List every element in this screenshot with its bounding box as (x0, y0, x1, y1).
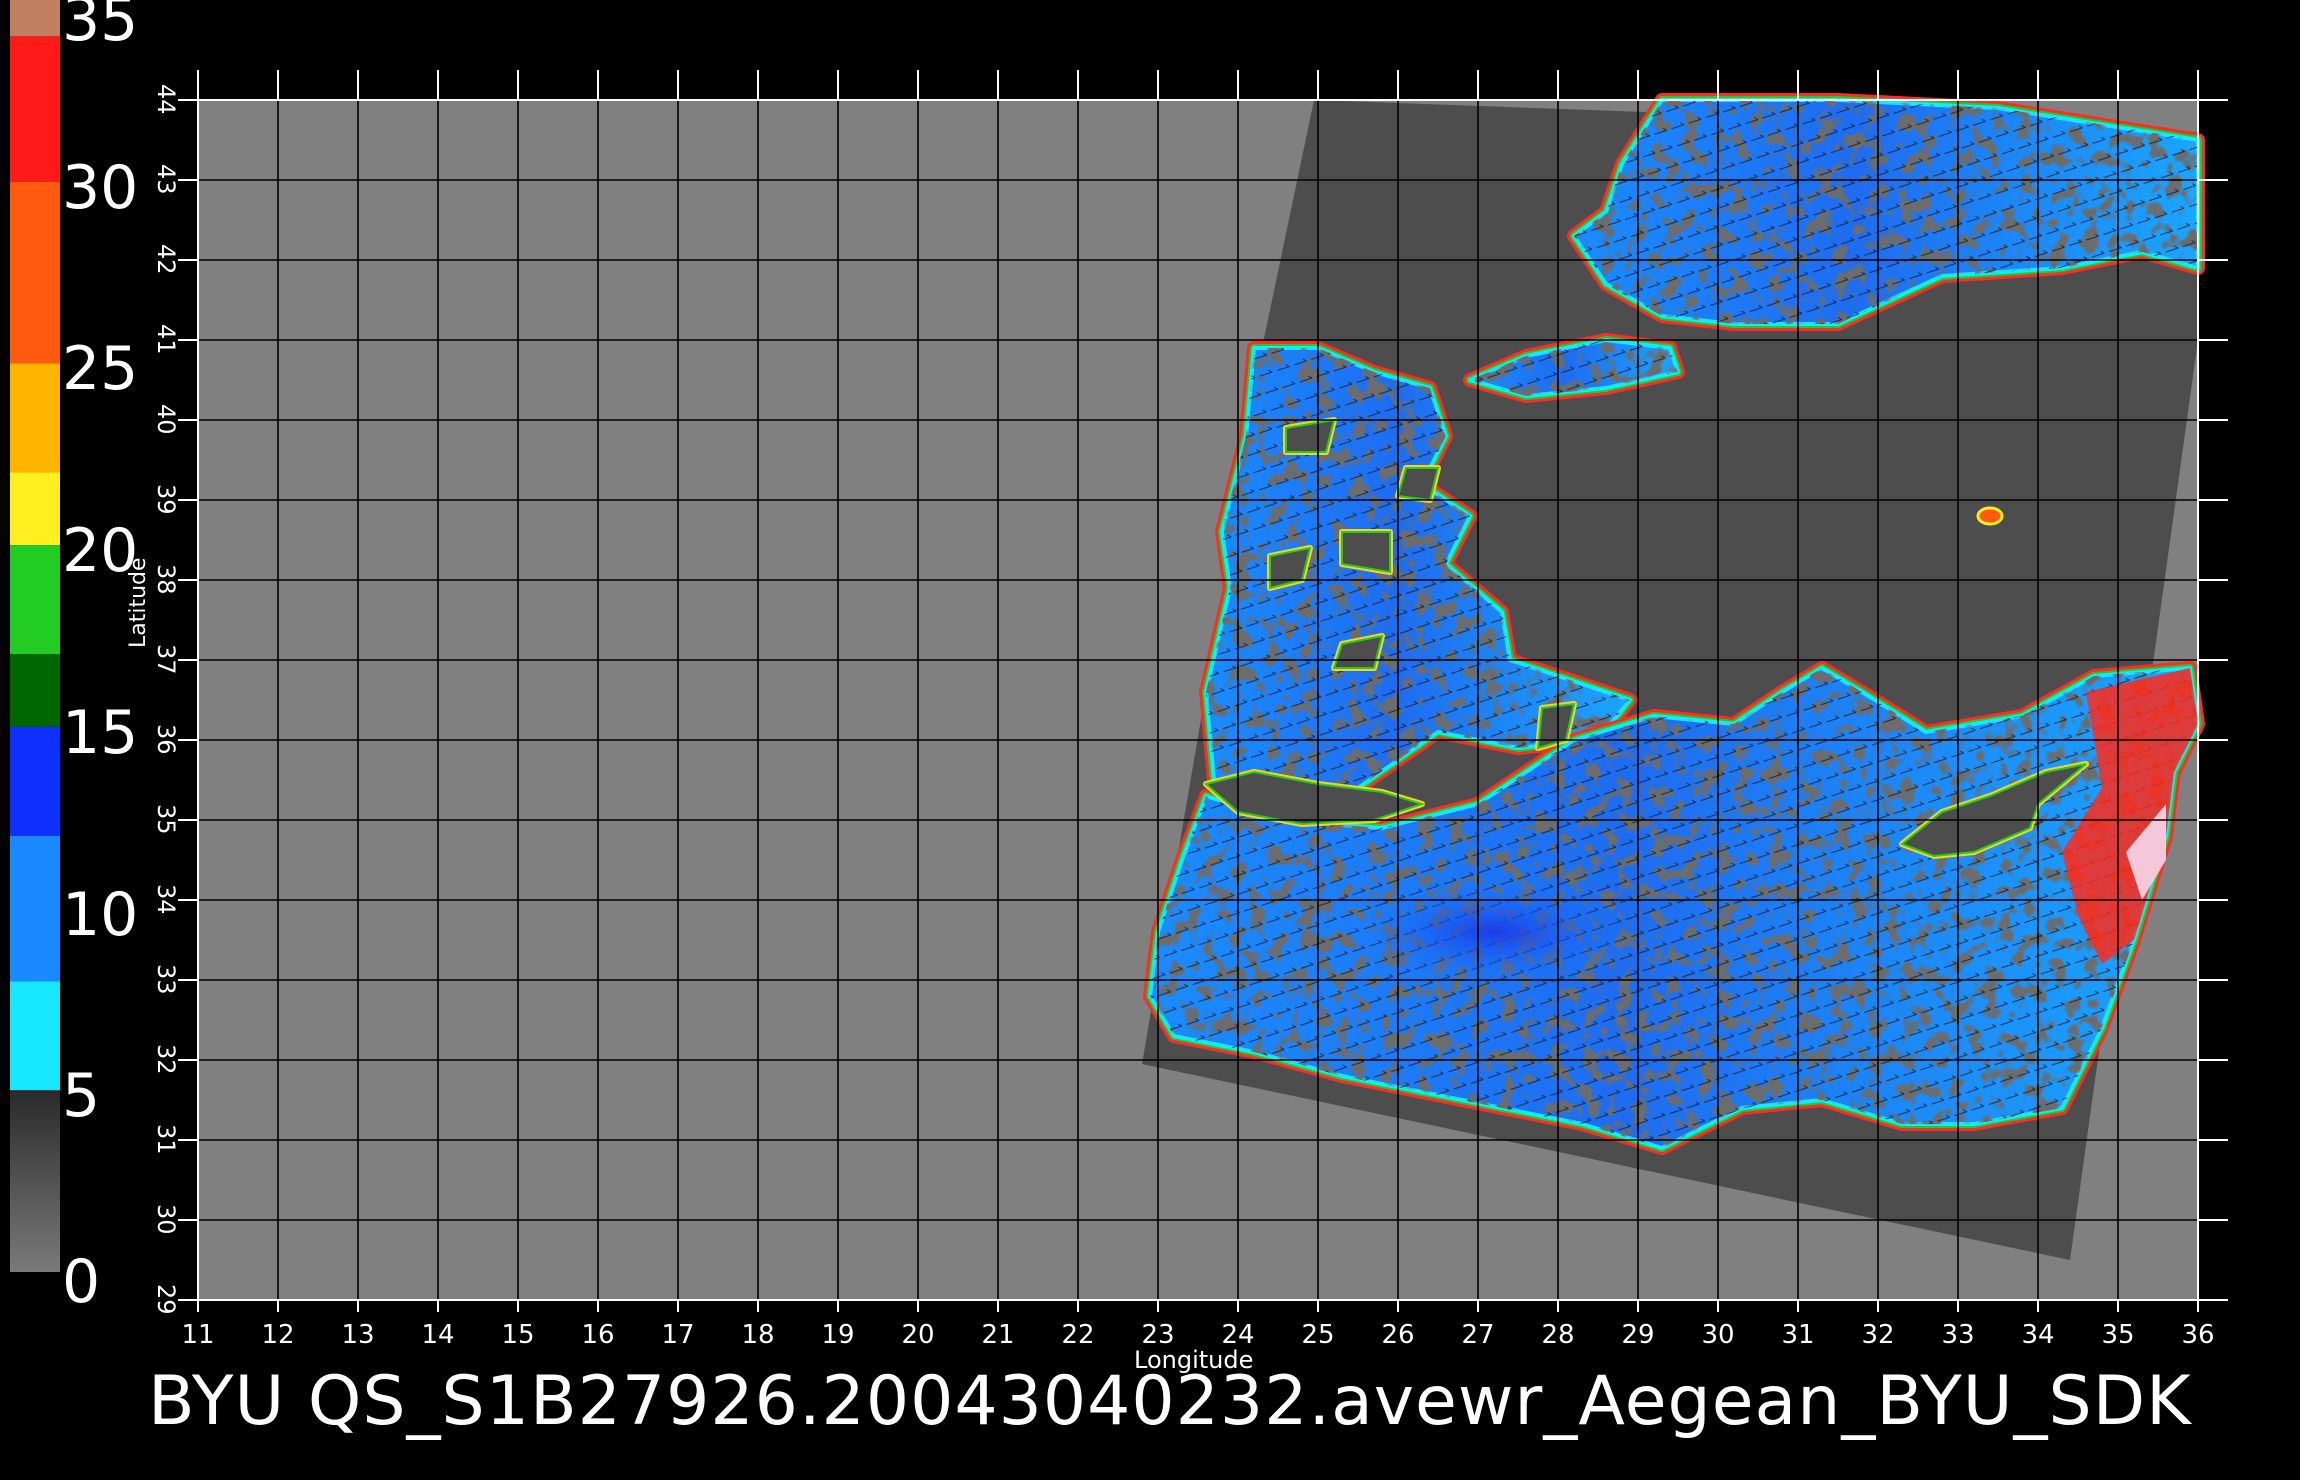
longitude-tick-label: 26 (1381, 1320, 1415, 1350)
y-axis-label: Latitude (126, 557, 151, 648)
longitude-tick-label: 16 (581, 1320, 615, 1350)
latitude-tick-label: 39 (152, 484, 180, 515)
longitude-tick-label: 15 (501, 1320, 535, 1350)
latitude-tick-label: 33 (152, 964, 180, 995)
longitude-tick-label: 35 (2101, 1320, 2135, 1350)
longitude-tick-label: 12 (261, 1320, 295, 1350)
longitude-tick-label: 32 (1861, 1320, 1895, 1350)
latitude-tick-label: 41 (152, 324, 180, 355)
latitude-tick-label: 38 (152, 564, 180, 595)
longitude-tick-label: 19 (821, 1320, 855, 1350)
longitude-tick-label: 25 (1301, 1320, 1335, 1350)
aegean-island-d (1396, 467, 1440, 502)
longitude-tick-label: 22 (1061, 1320, 1095, 1350)
latitude-tick-label: 34 (152, 884, 180, 915)
wind-core (1344, 877, 1644, 987)
latitude-tick-label: 40 (152, 404, 180, 435)
latitude-tick-label: 31 (152, 1124, 180, 1155)
map-plot (178, 70, 2228, 1312)
latitude-tick-label: 36 (152, 724, 180, 755)
longitude-tick-label: 31 (1781, 1320, 1815, 1350)
longitude-tick-label: 34 (2021, 1320, 2055, 1350)
latitude-tick-label: 43 (152, 164, 180, 195)
longitude-tick-label: 30 (1701, 1320, 1735, 1350)
longitude-tick-label: 14 (421, 1320, 455, 1350)
latitude-tick-label: 42 (152, 244, 180, 275)
latitude-tick-label: 44 (152, 84, 180, 115)
longitude-tick-label: 20 (901, 1320, 935, 1350)
longitude-tick-label: 28 (1541, 1320, 1575, 1350)
longitude-tick-label: 13 (341, 1320, 375, 1350)
longitude-tick-label: 29 (1621, 1320, 1655, 1350)
longitude-tick-label: 18 (741, 1320, 775, 1350)
wind-map-figure: 35 30 25 20 15 10 5 0 11 12 13 14 15 16 17 18 (0, 0, 2300, 1480)
longitude-tick-label: 11 (181, 1320, 215, 1350)
latitude-tick-label: 29 (152, 1284, 180, 1315)
latitude-tick-label: 32 (152, 1044, 180, 1075)
longitude-tick-label: 27 (1461, 1320, 1495, 1350)
longitude-tick-label: 36 (2181, 1320, 2215, 1350)
lake-patch (1976, 506, 2004, 526)
longitude-tick-label: 17 (661, 1320, 695, 1350)
aegean-island-a (1341, 531, 1391, 574)
footer-title: BYU QS_S1B27926.20043040232.avewr_Aegean… (148, 1362, 2192, 1441)
longitude-tick-label: 21 (981, 1320, 1015, 1350)
latitude-tick-label: 30 (152, 1204, 180, 1235)
latitude-tick-label: 35 (152, 804, 180, 835)
longitude-tick-label: 33 (1941, 1320, 1975, 1350)
latitude-tick-label: 37 (152, 644, 180, 675)
